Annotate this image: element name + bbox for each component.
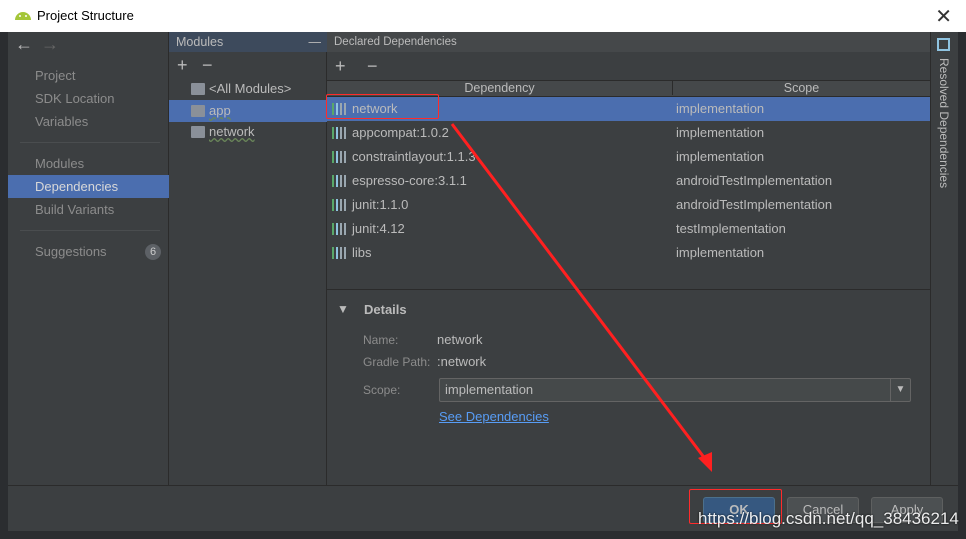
watermark: https://blog.csdn.net/qq_38436214	[698, 509, 959, 528]
annotation-arrow	[450, 123, 712, 472]
